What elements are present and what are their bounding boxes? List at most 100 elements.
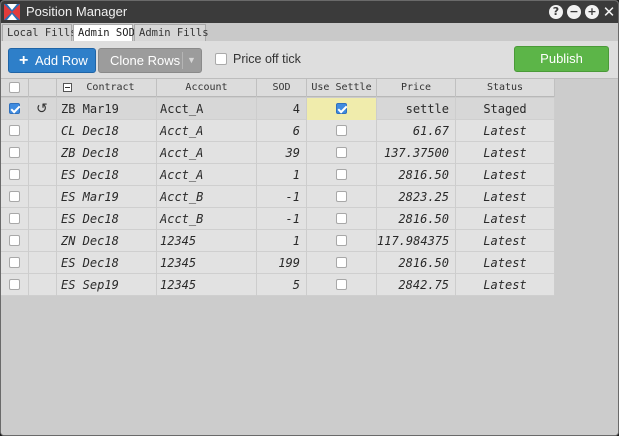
row-select-checkbox[interactable] [9,125,20,136]
row-select-cell[interactable] [1,252,29,274]
sod-cell[interactable]: 199 [257,252,307,274]
maximize-icon[interactable]: + [585,5,599,19]
account-cell[interactable]: Acct_A [157,120,257,142]
undo-icon[interactable]: ↺ [36,98,48,120]
contract-cell[interactable]: CL Dec18 [57,120,157,142]
row-select-cell[interactable] [1,98,29,120]
use-settle-checkbox[interactable] [336,191,347,202]
row-select-checkbox[interactable] [9,191,20,202]
sod-cell[interactable]: -1 [257,208,307,230]
account-cell[interactable]: 12345 [157,252,257,274]
use-settle-cell[interactable] [307,186,377,208]
use-settle-checkbox[interactable] [336,169,347,180]
account-cell[interactable]: 12345 [157,274,257,296]
tab-admin-fills[interactable]: Admin Fills [134,24,209,41]
header-sod[interactable]: SOD [257,79,307,97]
contract-cell[interactable]: ZN Dec18 [57,230,157,252]
header-use-settle[interactable]: Use Settle [307,79,377,97]
sod-cell[interactable]: 4 [257,98,307,120]
account-cell[interactable]: Acct_A [157,98,257,120]
row-select-checkbox[interactable] [9,279,20,290]
row-select-checkbox[interactable] [9,147,20,158]
row-select-cell[interactable] [1,120,29,142]
price-cell[interactable]: 2823.25 [377,186,456,208]
header-select-all[interactable] [1,79,29,97]
select-all-checkbox[interactable] [9,82,20,93]
use-settle-cell[interactable] [307,120,377,142]
title-bar[interactable]: Position Manager ? − + ✕ [1,1,618,23]
row-select-checkbox[interactable] [9,257,20,268]
table-row[interactable]: ES Mar19 Acct_B -1 2823.25 Latest [1,186,555,208]
use-settle-checkbox[interactable] [336,147,347,158]
sod-cell[interactable]: -1 [257,186,307,208]
price-cell[interactable]: 137.37500 [377,142,456,164]
contract-cell[interactable]: ES Dec18 [57,164,157,186]
account-cell[interactable]: 12345 [157,230,257,252]
table-row[interactable]: CL Dec18 Acct_A 6 61.67 Latest [1,120,555,142]
price-off-tick-checkbox[interactable] [215,53,227,65]
account-cell[interactable]: Acct_A [157,164,257,186]
row-select-cell[interactable] [1,164,29,186]
clone-rows-button[interactable]: Clone Rows ▼ [98,48,202,73]
use-settle-cell[interactable] [307,142,377,164]
price-cell[interactable]: 2842.75 [377,274,456,296]
row-select-cell[interactable] [1,230,29,252]
account-cell[interactable]: Acct_A [157,142,257,164]
tab-local-fills[interactable]: Local Fills [2,24,77,41]
row-select-checkbox[interactable] [9,103,20,114]
table-row[interactable]: ES Sep19 12345 5 2842.75 Latest [1,274,555,296]
use-settle-cell[interactable] [307,252,377,274]
use-settle-checkbox[interactable] [336,235,347,246]
close-icon[interactable]: ✕ [602,5,616,20]
price-cell[interactable]: 2816.50 [377,164,456,186]
table-row[interactable]: ES Dec18 Acct_A 1 2816.50 Latest [1,164,555,186]
price-cell[interactable]: 2816.50 [377,208,456,230]
price-cell[interactable]: 61.67 [377,120,456,142]
contract-cell[interactable]: ZB Dec18 [57,142,157,164]
minimize-icon[interactable]: − [567,5,581,19]
contract-cell[interactable]: ZB Mar19 [57,98,157,120]
use-settle-checkbox[interactable] [336,279,347,290]
sod-cell[interactable]: 1 [257,230,307,252]
row-select-checkbox[interactable] [9,235,20,246]
contract-cell[interactable]: ES Mar19 [57,186,157,208]
account-cell[interactable]: Acct_B [157,186,257,208]
row-select-checkbox[interactable] [9,169,20,180]
help-icon[interactable]: ? [549,5,563,19]
table-row[interactable]: ES Dec18 12345 199 2816.50 Latest [1,252,555,274]
row-select-cell[interactable] [1,208,29,230]
publish-button[interactable]: Publish [514,46,609,72]
table-row[interactable]: ↺ ZB Mar19 Acct_A 4 settle Staged [1,98,555,120]
header-price[interactable]: Price [377,79,456,97]
sod-cell[interactable]: 5 [257,274,307,296]
use-settle-checkbox[interactable] [336,213,347,224]
account-cell[interactable]: Acct_B [157,208,257,230]
contract-cell[interactable]: ES Sep19 [57,274,157,296]
header-status[interactable]: Status [456,79,555,97]
sod-cell[interactable]: 39 [257,142,307,164]
collapse-icon[interactable] [63,83,72,92]
price-cell[interactable]: 2816.50 [377,252,456,274]
sod-cell[interactable]: 6 [257,120,307,142]
use-settle-cell[interactable] [307,274,377,296]
row-select-checkbox[interactable] [9,213,20,224]
use-settle-checkbox[interactable] [336,257,347,268]
price-cell[interactable]: settle [377,98,456,120]
use-settle-cell[interactable] [307,208,377,230]
use-settle-cell[interactable] [307,230,377,252]
price-cell[interactable]: 117.984375 [377,230,456,252]
table-row[interactable]: ZN Dec18 12345 1 117.984375 Latest [1,230,555,252]
use-settle-cell[interactable] [307,98,377,120]
contract-cell[interactable]: ES Dec18 [57,252,157,274]
contract-cell[interactable]: ES Dec18 [57,208,157,230]
row-select-cell[interactable] [1,186,29,208]
row-select-cell[interactable] [1,142,29,164]
use-settle-checkbox[interactable] [336,125,347,136]
use-settle-cell[interactable] [307,164,377,186]
table-row[interactable]: ES Dec18 Acct_B -1 2816.50 Latest [1,208,555,230]
header-account[interactable]: Account [157,79,257,97]
tab-admin-sod[interactable]: Admin SOD [73,24,135,41]
add-row-button[interactable]: + Add Row [8,48,96,73]
table-row[interactable]: ZB Dec18 Acct_A 39 137.37500 Latest [1,142,555,164]
sod-cell[interactable]: 1 [257,164,307,186]
